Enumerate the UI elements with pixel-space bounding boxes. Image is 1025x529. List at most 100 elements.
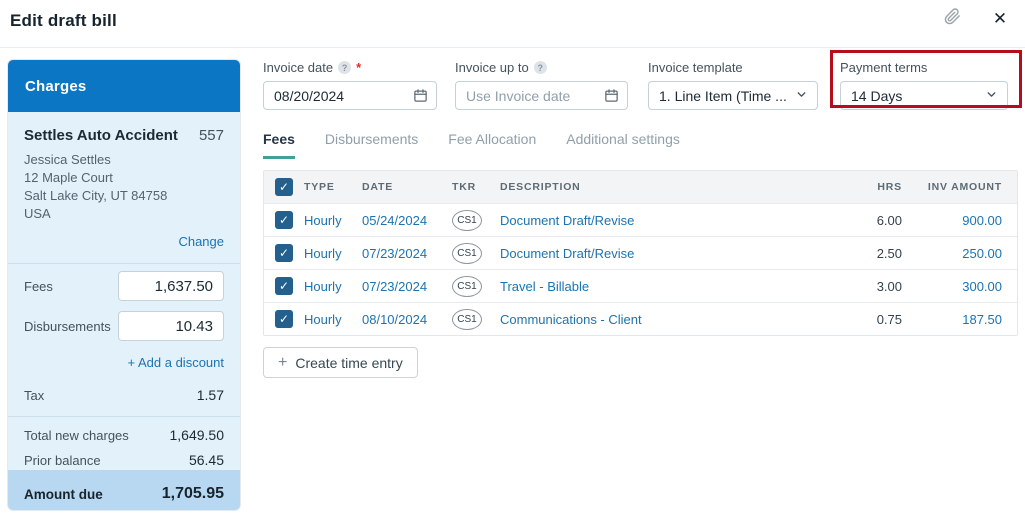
entry-date-link[interactable]: 05/24/2024 (362, 213, 452, 228)
invoice-template-field: Invoice template 1. Line Item (Time ... (648, 60, 818, 110)
disbursements-label: Disbursements (24, 319, 111, 334)
matter-number: 557 (199, 127, 224, 144)
table-header-row: ✓ TYPE DATE TKR DESCRIPTION HRS INV AMOU… (264, 171, 1017, 203)
help-icon[interactable]: ? (338, 61, 351, 74)
row-checkbox[interactable]: ✓ (275, 211, 293, 229)
tab-additional-settings[interactable]: Additional settings (566, 131, 680, 159)
entry-amount-link[interactable]: 187.50 (902, 312, 1002, 327)
fees-table: ✓ TYPE DATE TKR DESCRIPTION HRS INV AMOU… (263, 170, 1018, 336)
entry-hours: 2.50 (842, 246, 902, 261)
entry-date-link[interactable]: 07/23/2024 (362, 279, 452, 294)
charges-panel-body: Settles Auto Accident 557 Jessica Settle… (8, 112, 240, 510)
entry-type-link[interactable]: Hourly (304, 246, 362, 261)
entry-description-link[interactable]: Document Draft/Revise (500, 213, 842, 228)
entry-hours: 6.00 (842, 213, 902, 228)
tab-disbursements[interactable]: Disbursements (325, 131, 418, 159)
entry-hours: 3.00 (842, 279, 902, 294)
matter-address-line3: USA (24, 205, 224, 223)
add-discount-link[interactable]: + Add a discount (128, 355, 225, 370)
column-header-description: DESCRIPTION (500, 181, 842, 193)
chevron-down-icon (985, 88, 998, 104)
tab-fees[interactable]: Fees (263, 131, 295, 159)
invoice-up-to-field: Invoice up to ? (455, 60, 628, 110)
column-header-inv-amount: INV AMOUNT (902, 181, 1002, 193)
payment-terms-field: Payment terms 14 Days (840, 60, 1008, 110)
attachment-button[interactable] (939, 6, 965, 32)
matter-contact: Jessica Settles (24, 151, 224, 169)
charges-title: Charges (25, 78, 86, 95)
prior-balance-label: Prior balance (24, 453, 101, 468)
matter-summary: Settles Auto Accident 557 Jessica Settle… (8, 112, 240, 231)
invoice-template-select[interactable]: 1. Line Item (Time ... (648, 81, 818, 110)
close-icon: ✕ (993, 9, 1007, 29)
total-new-charges-value: 1,649.50 (170, 427, 225, 443)
entry-type-link[interactable]: Hourly (304, 312, 362, 327)
table-row: ✓ Hourly 07/23/2024 CS1 Document Draft/R… (264, 236, 1017, 269)
entry-type-link[interactable]: Hourly (304, 213, 362, 228)
required-indicator: * (356, 60, 361, 75)
tax-label: Tax (24, 388, 44, 403)
entry-date-link[interactable]: 07/23/2024 (362, 246, 452, 261)
column-header-date: DATE (362, 181, 452, 193)
tab-fee-allocation[interactable]: Fee Allocation (448, 131, 536, 159)
timekeeper-badge[interactable]: CS1 (452, 210, 482, 231)
invoice-date-field: Invoice date ? * (263, 60, 437, 110)
help-icon[interactable]: ? (534, 61, 547, 74)
amount-due-section: Amount due 1,705.95 (8, 470, 240, 510)
entry-amount-link[interactable]: 900.00 (902, 213, 1002, 228)
entry-description-link[interactable]: Document Draft/Revise (500, 246, 842, 261)
disbursements-input[interactable] (118, 311, 224, 341)
tax-value: 1.57 (197, 387, 224, 403)
plus-icon: + (278, 355, 287, 371)
entry-description-link[interactable]: Communications - Client (500, 312, 842, 327)
invoice-date-label: Invoice date (263, 60, 333, 75)
dialog-titlebar: Edit draft bill ✕ (0, 0, 1025, 48)
row-checkbox[interactable]: ✓ (275, 310, 293, 328)
change-matter-link[interactable]: Change (178, 234, 224, 249)
amount-due-value: 1,705.95 (162, 485, 224, 503)
amount-due-label: Amount due (24, 487, 103, 502)
column-header-tkr: TKR (452, 181, 500, 193)
bill-tabs: Fees Disbursements Fee Allocation Additi… (263, 131, 680, 159)
table-row: ✓ Hourly 05/24/2024 CS1 Document Draft/R… (264, 203, 1017, 236)
column-header-hrs: HRS (842, 181, 902, 193)
charges-panel: Charges Settles Auto Accident 557 Jessic… (8, 60, 240, 510)
payment-terms-value: 14 Days (851, 88, 902, 104)
total-new-charges-label: Total new charges (24, 428, 129, 443)
entry-description-link[interactable]: Travel - Billable (500, 279, 842, 294)
charges-panel-header: Charges (8, 60, 240, 112)
entry-type-link[interactable]: Hourly (304, 279, 362, 294)
fees-input[interactable] (118, 271, 224, 301)
paperclip-icon (944, 8, 961, 30)
invoice-template-label: Invoice template (648, 60, 743, 75)
table-row: ✓ Hourly 08/10/2024 CS1 Communications -… (264, 302, 1017, 335)
column-header-type: TYPE (304, 181, 362, 193)
create-time-entry-label: Create time entry (295, 355, 402, 371)
chevron-down-icon (795, 88, 808, 104)
page-title: Edit draft bill (10, 11, 117, 31)
entry-date-link[interactable]: 08/10/2024 (362, 312, 452, 327)
payment-terms-select[interactable]: 14 Days (840, 81, 1008, 110)
table-row: ✓ Hourly 07/23/2024 CS1 Travel - Billabl… (264, 269, 1017, 302)
invoice-date-input[interactable] (263, 81, 437, 110)
create-time-entry-button[interactable]: + Create time entry (263, 347, 418, 378)
timekeeper-badge[interactable]: CS1 (452, 243, 482, 264)
timekeeper-badge[interactable]: CS1 (452, 309, 482, 330)
entry-hours: 0.75 (842, 312, 902, 327)
fees-label: Fees (24, 279, 53, 294)
row-checkbox[interactable]: ✓ (275, 244, 293, 262)
row-checkbox[interactable]: ✓ (275, 277, 293, 295)
close-button[interactable]: ✕ (987, 6, 1013, 32)
invoice-up-to-label: Invoice up to (455, 60, 529, 75)
select-all-checkbox[interactable]: ✓ (275, 178, 293, 196)
timekeeper-badge[interactable]: CS1 (452, 276, 482, 297)
invoice-up-to-input[interactable] (455, 81, 628, 110)
entry-amount-link[interactable]: 250.00 (902, 246, 1002, 261)
invoice-template-value: 1. Line Item (Time ... (659, 88, 787, 104)
matter-address-line1: 12 Maple Court (24, 169, 224, 187)
matter-name: Settles Auto Accident (24, 127, 178, 144)
payment-terms-label: Payment terms (840, 60, 927, 75)
entry-amount-link[interactable]: 300.00 (902, 279, 1002, 294)
prior-balance-value: 56.45 (189, 452, 224, 468)
matter-address-line2: Salt Lake City, UT 84758 (24, 187, 224, 205)
